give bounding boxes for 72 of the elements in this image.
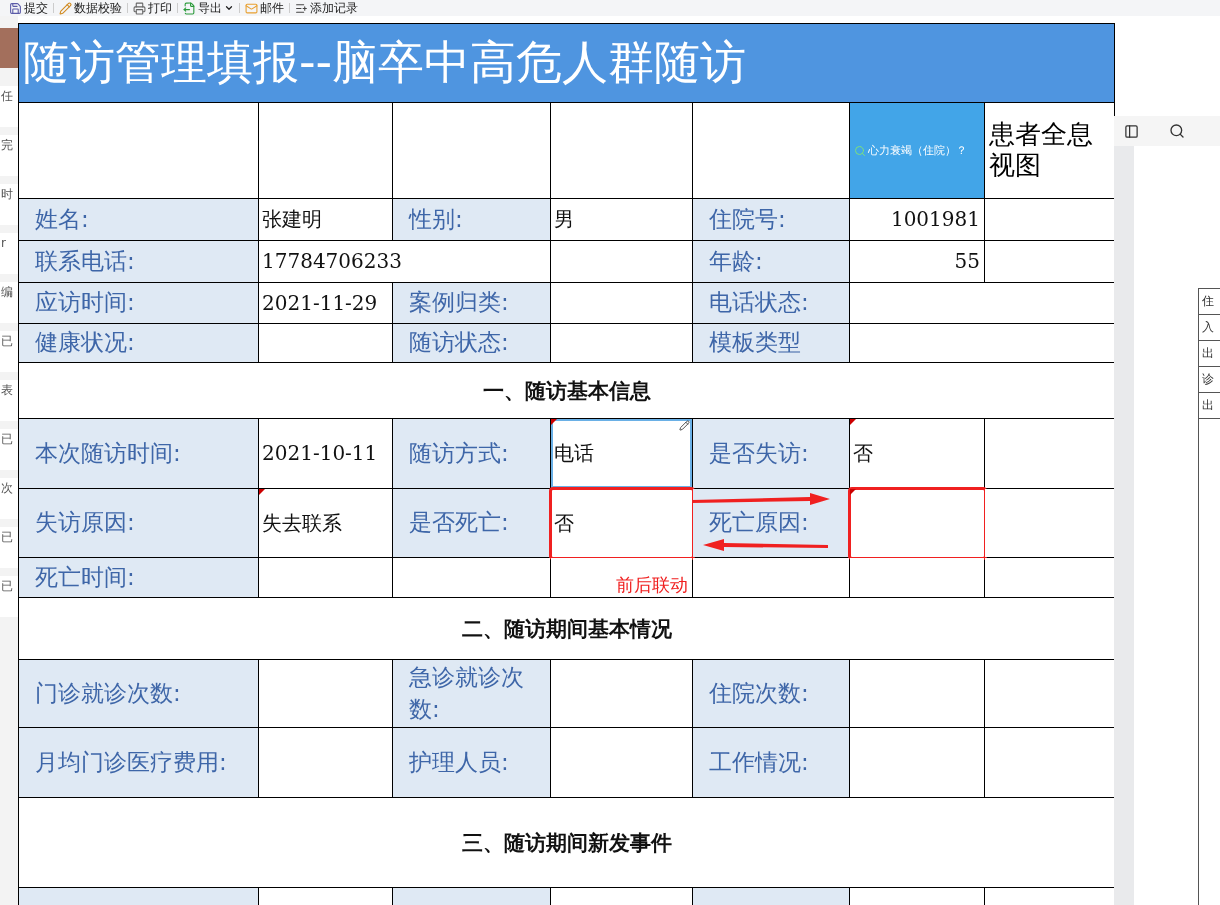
toolbar-button[interactable]: 邮件 [240,0,289,16]
toolbar-button[interactable]: 导出 [178,0,239,16]
field-label: 随访方式: [392,418,551,489]
add-row-icon [295,1,308,15]
field-label: 急诊就诊次数: [392,659,551,728]
field-label: 本次随访时间: [18,418,259,489]
document-text: 住 [1199,289,1220,315]
field-label: 是否失访: [692,418,850,489]
list-item-text: 已 [0,429,18,470]
field-value: 2021-11-29 [258,282,393,324]
field-label: 姓名: [18,198,259,241]
envelope-icon [245,1,258,15]
panel-header [0,28,18,68]
search-icon [854,144,866,157]
field-value: 男 [550,198,693,241]
field-label: 年龄: [692,240,850,283]
section-heading: 三、随访期间新发事件 [18,797,1115,888]
field-label: 死亡时间: [18,557,259,598]
toolbar-button[interactable]: 添加记录 [290,0,363,16]
document-text: 入 [1199,315,1220,341]
section-heading: 一、随访基本信息 [18,362,1115,419]
export-icon [183,1,196,15]
field-value: 否 [550,488,693,558]
list-item-text: 次 [0,478,18,519]
field-label: 随访状态: [392,323,551,363]
list-item-text: 表 [0,380,18,421]
field-value: 否 [849,418,985,489]
list-item-text: 时 [0,184,18,225]
pencil-icon [59,1,72,15]
toolbar-button[interactable]: 数据校验 [54,0,127,16]
toolbar-button[interactable]: 打印 [128,0,177,16]
form-title: 随访管理填报--脑卒中高危人群随访 [18,23,1115,103]
list-item-text: 已 [0,576,18,617]
field-label: 联系电话: [18,240,259,283]
field-label: 性别: [392,198,551,241]
field-value: 17784706233 [258,240,551,283]
section-heading: 二、随访期间基本情况 [18,597,1115,660]
list-item-text: 已 [0,331,18,372]
document-text: 诊 [1199,367,1220,393]
field-value: 失去联系 [258,488,393,558]
search-icon[interactable] [1169,123,1185,139]
field-label: 健康状况: [18,323,259,363]
list-item-text: 编 [0,282,18,323]
field-label: 案例归类: [392,282,551,324]
field-label: 住院次数: [692,659,850,728]
field-label: 门诊就诊次数: [18,659,259,728]
annotation-text: 前后联动 [616,573,688,597]
field-value: 2021-10-11 [258,418,393,489]
field-value: 1001981 [849,198,985,241]
toolbar-button[interactable]: 提交 [4,0,53,16]
field-label: 是否死亡: [392,488,551,558]
printer-icon [133,1,146,15]
list-item-text: 已 [0,527,18,568]
field-value: 55 [849,240,985,283]
field-label: 护理人员: [392,727,551,798]
list-item-text: 任 [0,86,18,127]
save-icon [9,1,22,15]
field-label: 住院号: [692,198,850,241]
field-value: 张建明 [258,198,393,241]
field-value: 电话 [550,418,693,489]
field-label: 应访时间: [18,282,259,324]
field-label: 工作情况: [692,727,850,798]
document-text: 出 [1199,393,1220,419]
list-item-text: r [0,233,18,274]
field-label: 月均门诊医疗费用: [18,727,259,798]
field-label: 失访原因: [18,488,259,558]
field-label: 电话状态: [692,282,850,324]
pencil-icon [679,420,690,431]
list-item-text: 完 [0,135,18,176]
sidebar-icon[interactable] [1124,123,1139,139]
field-label: 模板类型 [692,323,850,363]
document-text: 出 [1199,341,1220,367]
